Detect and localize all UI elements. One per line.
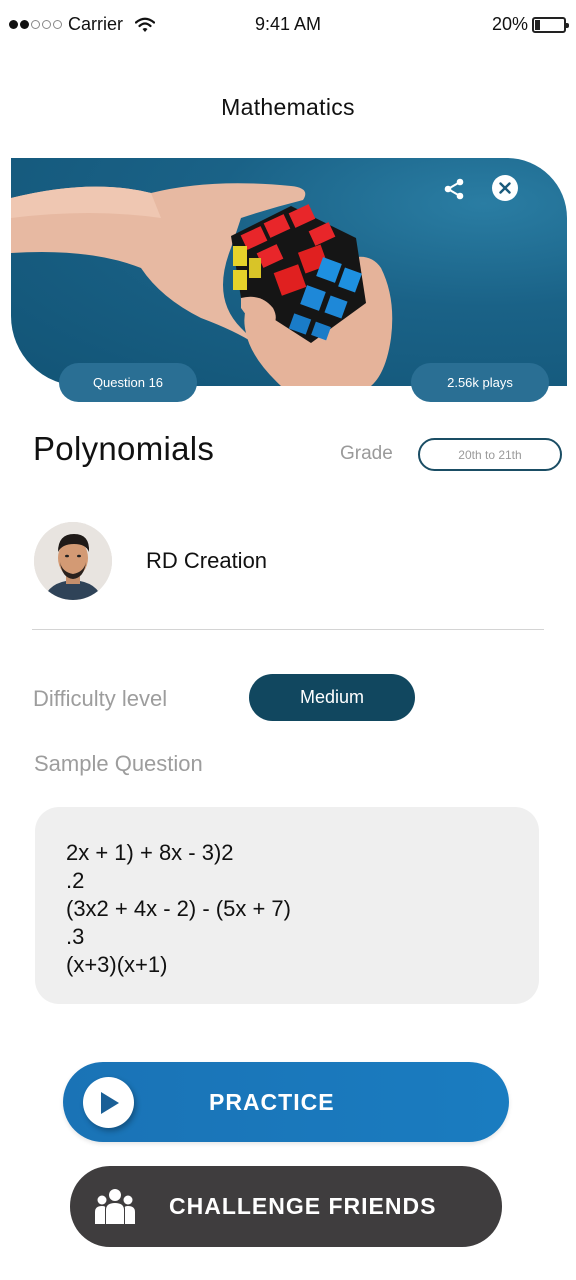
share-button[interactable] [441, 176, 467, 202]
sample-question-label: Sample Question [34, 751, 203, 776]
play-icon [100, 1091, 119, 1114]
grade-label: Grade [340, 443, 393, 464]
question-number-badge: Question 16 [59, 363, 197, 402]
avatar[interactable] [34, 522, 112, 600]
author-row[interactable]: RD Creation [34, 522, 267, 600]
rubiks-cube-image [11, 183, 393, 386]
question-line: .3 [66, 924, 85, 949]
grade-range-badge: 20th to 21th [418, 438, 562, 471]
practice-button[interactable]: PRACTICE [63, 1062, 509, 1142]
question-line: (3x2 + 4x - 2) - (5x + 7) [66, 896, 291, 921]
play-button-circle [83, 1077, 134, 1128]
status-right: 20% [491, 14, 569, 35]
share-icon [444, 178, 464, 200]
status-bar: Carrier 9:41 AM 20% [0, 0, 576, 50]
page-title: Mathematics [221, 94, 355, 120]
challenge-friends-button[interactable]: CHALLENGE FRIENDS [70, 1166, 502, 1247]
question-line: .2 [66, 868, 85, 893]
close-icon [499, 182, 511, 194]
group-icon [95, 1189, 135, 1224]
hero-image [11, 158, 567, 386]
question-line: (x+3)(x+1) [66, 952, 168, 977]
challenge-friends-label: CHALLENGE FRIENDS [169, 1193, 437, 1219]
difficulty-badge: Medium [249, 674, 415, 721]
practice-label: PRACTICE [209, 1088, 335, 1115]
plays-count-badge: 2.56k plays [411, 363, 549, 402]
topic-title: Polynomials [33, 430, 215, 467]
status-time: 9:41 AM [254, 14, 322, 34]
close-button[interactable] [492, 175, 518, 201]
author-name[interactable]: RD Creation [146, 548, 267, 574]
question-line: 2x + 1) + 8x - 3)2 [66, 840, 234, 865]
battery-fill [535, 19, 540, 30]
sample-question-box: 2x + 1) + 8x - 3)2 .2 (3x2 + 4x - 2) - (… [35, 807, 539, 1004]
battery-percent: 20% [491, 14, 528, 34]
difficulty-label: Difficulty level [33, 686, 168, 711]
battery-icon [532, 16, 569, 33]
author-avatar-image [34, 522, 112, 600]
divider [32, 629, 544, 630]
